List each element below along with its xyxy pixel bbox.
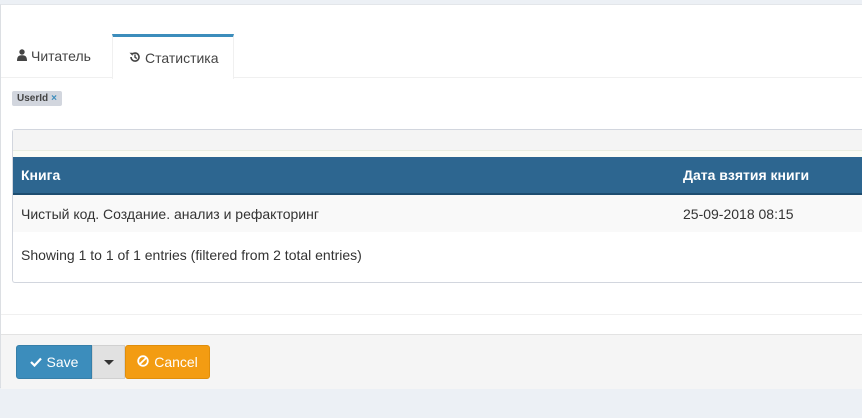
table-cell-date: 25-09-2018 08:15	[675, 194, 862, 232]
table-cell-book: Чистый код. Создание. анализ и рефактори…	[13, 194, 675, 232]
save-button[interactable]: Save	[16, 345, 92, 379]
tab-bar: Читатель Статистика	[1, 34, 862, 79]
table-row[interactable]: Чистый код. Создание. анализ и рефактори…	[13, 194, 862, 232]
stats-table-box: Книга Дата взятия книги Чистый код. Созд…	[12, 129, 862, 283]
save-button-label: Save	[46, 354, 79, 370]
filter-chip-userid: UserId ×	[12, 91, 62, 106]
stats-table: Книга Дата взятия книги Чистый код. Созд…	[13, 157, 862, 232]
save-dropdown-toggle[interactable]	[92, 345, 125, 379]
tab-reader[interactable]: Читатель	[17, 34, 91, 78]
cancel-button[interactable]: Cancel	[125, 345, 210, 379]
column-header-book[interactable]: Книга	[13, 157, 675, 195]
table-header-row: Книга Дата взятия книги	[13, 157, 862, 195]
form-footer: Save Cancel	[1, 334, 862, 389]
table-toolbar	[13, 130, 862, 151]
filter-chip-label: UserId	[17, 93, 49, 104]
form-panel: Читатель Статистика UserId × Книга Дата …	[0, 4, 862, 389]
ban-icon	[137, 354, 149, 370]
divider	[1, 314, 862, 315]
check-icon	[29, 354, 42, 370]
user-icon	[17, 48, 27, 64]
tab-statistics-label: Статистика	[145, 50, 219, 66]
column-header-date[interactable]: Дата взятия книги	[675, 157, 862, 195]
tab-statistics[interactable]: Статистика	[112, 34, 234, 79]
cancel-button-label: Cancel	[154, 354, 198, 370]
history-icon	[129, 50, 141, 66]
table-info: Showing 1 to 1 of 1 entries (filtered fr…	[21, 247, 362, 263]
caret-down-icon	[103, 359, 114, 365]
tab-reader-label: Читатель	[31, 48, 91, 64]
filter-chip-remove-icon[interactable]: ×	[51, 92, 57, 105]
